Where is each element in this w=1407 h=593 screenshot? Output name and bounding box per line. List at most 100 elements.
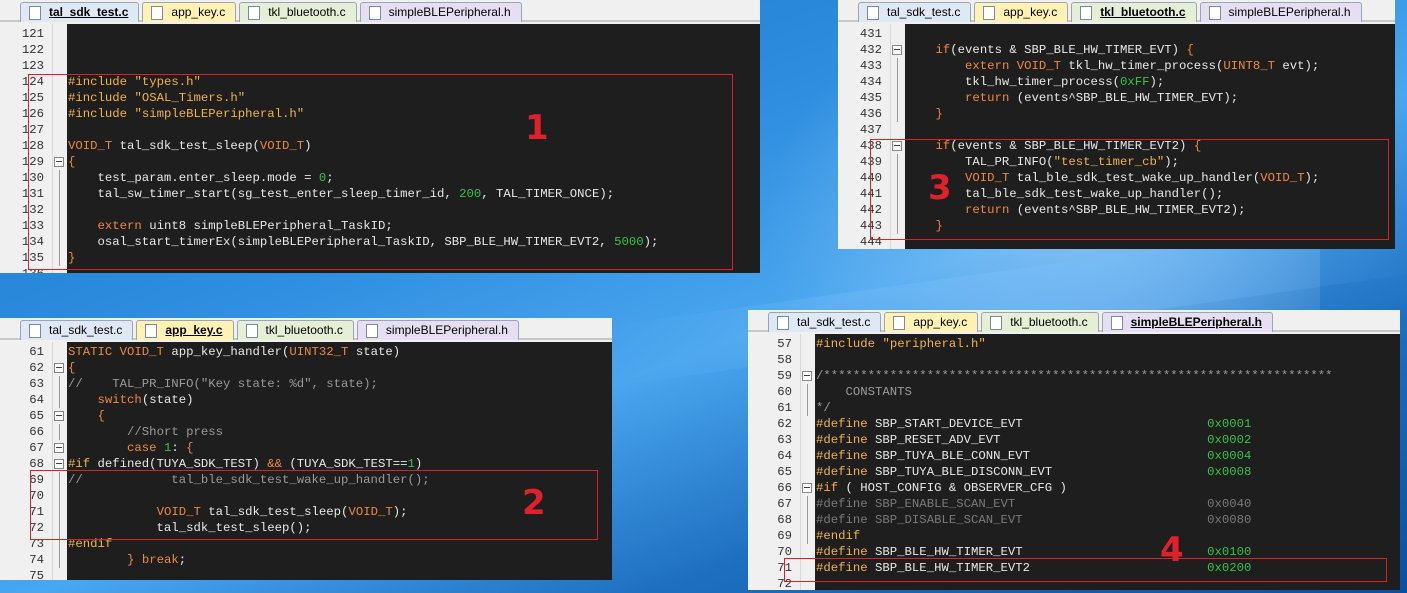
code-text[interactable]: //Short press [68,424,223,440]
fold-toggle-icon[interactable] [892,45,902,55]
tab-tkl-bluetooth-c[interactable]: tkl_bluetooth.c [236,320,354,340]
code-text[interactable]: extern VOID_T tkl_hw_timer_process(UINT8… [906,58,1319,74]
file-icon [983,6,996,20]
fold-toggle-icon[interactable] [802,483,812,493]
tab-label: tal_sdk_test.c [49,323,123,337]
line-number: 59 [777,369,792,383]
fold-toggle-icon[interactable] [54,411,64,421]
code-line: 69 #endif [748,528,1400,544]
tab-label: app_key.c [1003,5,1058,19]
line-number: 431 [859,27,882,41]
line-number: 436 [859,107,882,121]
tab-label: tkl_bluetooth.c [1100,5,1186,19]
line-number: 65 [29,409,44,423]
line-number: 66 [777,481,792,495]
code-text[interactable]: #if ( HOST_CONFIG & OBSERVER_CFG ) [816,480,1067,496]
code-text[interactable]: switch(state) [68,392,194,408]
code-text[interactable]: */ [816,400,831,416]
line-number: 434 [859,75,882,89]
tab-tal-sdk-test-c[interactable]: tal_sdk_test.c [858,2,972,22]
line-number: 65 [777,465,792,479]
code-line: 62 { [0,360,612,376]
tab-label: simpleBLEPeripheral.h [388,5,511,19]
tab-app-key-c[interactable]: app_key.c [884,312,979,332]
fold-toggle-icon[interactable] [802,371,812,381]
code-text[interactable]: #define SBP_DISABLE_SCAN_EVT 0x0080 [816,512,1251,528]
code-editor[interactable]: 57 #include "peripheral.h" 58 59 /**********… [748,334,1400,590]
file-icon [365,324,378,338]
file-icon [145,324,158,338]
highlight-box-2 [30,470,598,540]
code-line: 67 #define SBP_ENABLE_SCAN_EVT 0x0040 [748,496,1400,512]
code-text[interactable]: CONSTANTS [816,384,912,400]
editor-panel-app-key: tal_sdk_test.c app_key.c tkl_bluetooth.c si… [0,318,612,580]
callout-number-1: 1 [525,108,549,148]
code-text[interactable]: #include "peripheral.h" [816,336,986,352]
tab-simplebleperipheral-h[interactable]: simpleBLEPeripheral.h [1199,2,1362,22]
code-editor[interactable]: 61 STATIC VOID_T app_key_handler(UINT32_T… [0,342,612,580]
tab-tkl-bluetooth-c[interactable]: tkl_bluetooth.c [239,2,357,22]
file-icon [990,316,1003,330]
line-number: 63 [29,377,44,391]
code-text[interactable]: // TAL_PR_INFO("Key state: %d", state); [68,376,378,392]
code-line: 64 switch(state) [0,392,612,408]
code-text[interactable]: { [68,360,75,376]
file-icon [867,6,879,20]
tab-tal-sdk-test-c[interactable]: tal_sdk_test.c [20,320,134,340]
line-number: 64 [29,393,44,407]
tab-bar: tal_sdk_test.c app_key.c tkl_bluetooth.c si… [838,0,1395,22]
line-number: 61 [29,345,44,359]
tab-tal-sdk-test-c[interactable]: tal_sdk_test.c [768,312,882,332]
tab-label: tal_sdk_test.c [49,5,129,19]
code-text[interactable]: return (events^SBP_BLE_HW_TIMER_EVT); [906,90,1238,106]
line-number: 437 [859,123,882,137]
file-icon [29,324,41,338]
code-text[interactable]: STATIC VOID_T app_key_handler(UINT32_T s… [68,344,400,360]
code-text[interactable]: { [68,408,105,424]
fold-guide [807,400,808,416]
tab-tkl-bluetooth-c[interactable]: tkl_bluetooth.c [1071,2,1197,22]
tab-simplebleperipheral-h[interactable]: simpleBLEPeripheral.h [359,2,522,22]
tab-simplebleperipheral-h[interactable]: simpleBLEPeripheral.h [1101,312,1273,332]
fold-guide [897,58,898,74]
tab-app-key-c[interactable]: app_key.c [974,2,1069,22]
line-number: 62 [29,361,44,375]
code-line: 68 #define SBP_DISABLE_SCAN_EVT 0x0080 [748,512,1400,528]
code-text[interactable]: if(events & SBP_BLE_HW_TIMER_EVT) { [906,42,1194,58]
editor-panel-simple-ble-peripheral-h: tal_sdk_test.c app_key.c tkl_bluetooth.c si… [748,310,1400,590]
tab-app-key-c[interactable]: app_key.c [142,2,237,22]
tab-app-key-c[interactable]: app_key.c [136,320,234,340]
code-text[interactable]: #define SBP_TUYA_BLE_CONN_EVT 0x0004 [816,448,1251,464]
code-line: 434 tkl_hw_timer_process(0xFF); [838,74,1395,90]
code-text[interactable]: case 1: { [68,440,193,456]
fold-toggle-icon[interactable] [54,363,64,373]
tab-simplebleperipheral-h[interactable]: simpleBLEPeripheral.h [356,320,519,340]
code-text[interactable]: tkl_hw_timer_process(0xFF); [906,74,1164,90]
tab-tkl-bluetooth-c[interactable]: tkl_bluetooth.c [981,312,1099,332]
code-text[interactable]: #endif [816,528,860,544]
tab-label: tal_sdk_test.c [797,315,871,329]
tab-tal-sdk-test-c[interactable]: tal_sdk_test.c [20,2,140,22]
code-text[interactable]: /***************************************… [816,368,1333,384]
code-line: 431 [838,26,1395,42]
fold-guide [807,496,808,512]
file-icon [1110,316,1123,330]
fold-guide [897,74,898,90]
code-line: 436 } [838,106,1395,122]
code-line: 58 [748,352,1400,368]
line-number: 121 [21,27,44,41]
tab-label: app_key.c [913,315,968,329]
code-text[interactable]: #define SBP_ENABLE_SCAN_EVT 0x0040 [816,496,1251,512]
code-line: 121 [0,26,760,42]
code-text[interactable]: #define SBP_START_DEVICE_EVT 0x0001 [816,416,1251,432]
file-icon [151,6,164,20]
code-text[interactable]: #define SBP_RESET_ADV_EVT 0x0002 [816,432,1251,448]
code-text[interactable]: } [906,106,943,122]
fold-toggle-icon[interactable] [54,459,64,469]
code-text[interactable]: } break; [68,552,186,568]
fold-guide [59,552,60,568]
fold-toggle-icon[interactable] [54,443,64,453]
line-number: 66 [29,425,44,439]
fold-guide [807,528,808,544]
code-text[interactable]: #define SBP_TUYA_BLE_DISCONN_EVT 0x0008 [816,464,1251,480]
